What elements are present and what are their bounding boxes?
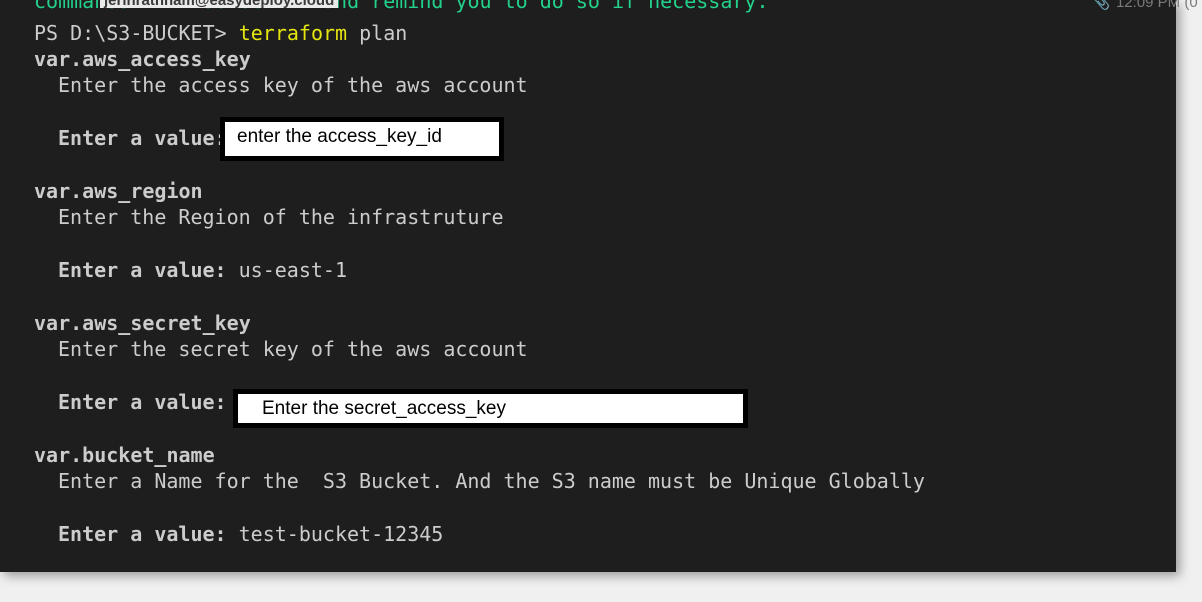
var-name-region: var.aws_region (34, 179, 203, 203)
email-sender[interactable]: jerinrathnam@easydeploy.cloud (100, 0, 339, 8)
timestamp-text: 12:09 PM (0 min (1115, 0, 1202, 11)
paperclip-icon[interactable]: 📎 (1093, 0, 1110, 10)
prompt-path: PS D:\S3-BUCKET> (34, 21, 227, 45)
var-desc-access-key: Enter the access key of the aws account (58, 73, 528, 97)
value-line-region: Enter a value: us-east-1 (58, 257, 347, 283)
var-name-access-key: var.aws_access_key (34, 47, 251, 71)
value-prompt-bucket: Enter a value: (58, 522, 227, 546)
prompt-line: PS D:\S3-BUCKET> terraform plan (34, 20, 407, 46)
secret-key-value-box: Enter the secret_access_key (233, 389, 748, 428)
bucket-value: test-bucket-12345 (238, 522, 444, 546)
command-arg: plan (359, 21, 408, 45)
terminal-window[interactable]: commands will detect it and remind you t… (0, 0, 1176, 572)
value-line-bucket: Enter a value: test-bucket-12345 (58, 521, 443, 547)
message-timestamp: 📎 12:09 PM (0 min (1093, 0, 1202, 11)
var-desc-region: Enter the Region of the infrastruture (58, 205, 504, 229)
var-desc-secret-key: Enter the secret key of the aws account (58, 337, 528, 361)
access-key-value-box: enter the access_key_id (220, 117, 504, 161)
value-prompt-access-key: Enter a value: (58, 126, 227, 150)
value-prompt-region: Enter a value: (58, 258, 227, 282)
var-desc-bucket: Enter a Name for the S3 Bucket. And the … (58, 469, 925, 493)
command-name: terraform (238, 21, 348, 45)
var-name-secret-key: var.aws_secret_key (34, 311, 251, 335)
value-prompt-secret-key: Enter a value: (58, 390, 227, 414)
var-name-bucket: var.bucket_name (34, 443, 215, 467)
region-value: us-east-1 (238, 258, 347, 282)
